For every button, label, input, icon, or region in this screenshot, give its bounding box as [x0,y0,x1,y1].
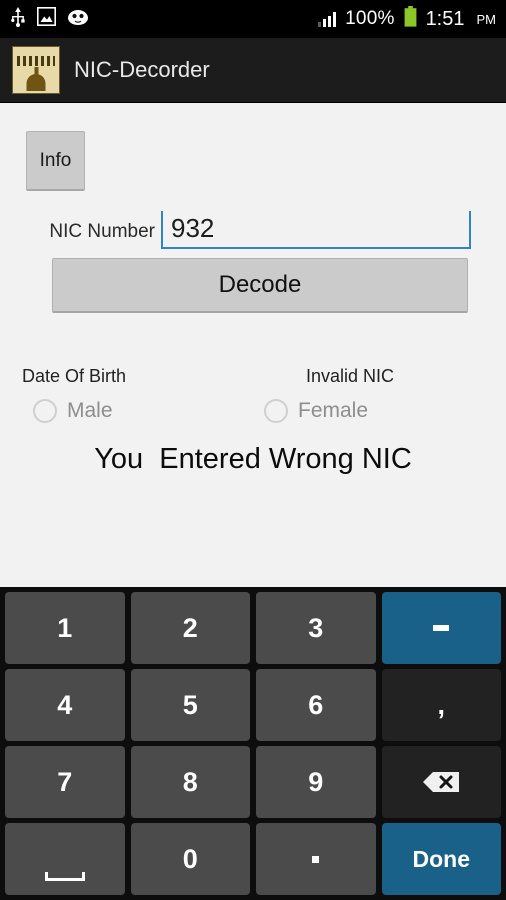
keyboard-row-1: 1 2 3 [2,592,504,664]
backspace-icon [421,769,461,795]
phone-screen: 100% 1:51 PM NIC-Decorder Info NIC Numbe… [0,0,506,900]
key-3[interactable]: 3 [256,592,376,664]
key-1[interactable]: 1 [5,592,125,664]
nic-status-label: Invalid NIC [306,366,395,386]
key-7[interactable]: 7 [5,746,125,818]
main-content: Info NIC Number Decode Date Of Birth Inv… [0,103,506,587]
status-bar-left-icons [10,6,89,32]
keyboard-row-4: 0 Done [2,823,504,895]
radio-female-circle-icon [264,399,288,423]
app-logo-stupa [26,74,46,91]
result-labels-row: Date Of Birth Invalid NIC [0,366,506,392]
period-icon [312,855,320,863]
battery-icon [404,6,417,32]
key-minus[interactable] [381,592,501,664]
battery-percent-text: 100% [345,8,395,29]
result-message: You Entered Wrong NIC [94,443,412,475]
android-head-icon [67,9,89,30]
key-4[interactable]: 4 [5,669,125,741]
radio-female[interactable]: Female [264,399,368,423]
image-icon [37,7,56,31]
key-backspace[interactable] [381,746,501,818]
radio-male-label: Male [67,399,113,422]
radio-male[interactable]: Male [33,399,113,423]
space-icon [44,872,85,881]
date-of-birth-label: Date Of Birth [22,366,127,386]
clock-text: 1:51 [425,7,465,30]
status-bar-right-icons: 100% 1:51 PM [317,6,497,32]
key-6[interactable]: 6 [256,669,376,741]
page-title: NIC-Decorder [74,57,210,82]
key-done[interactable]: Done [381,823,501,895]
status-bar: 100% 1:51 PM [0,0,506,38]
app-logo-icon [12,46,60,94]
key-2[interactable]: 2 [130,592,250,664]
radio-female-label: Female [298,399,369,422]
keyboard-row-2: 4 5 6 , [2,669,504,741]
decode-button[interactable]: Decode [52,258,468,313]
key-period[interactable] [256,823,376,895]
key-5[interactable]: 5 [130,669,250,741]
nic-number-label: NIC Number [49,221,155,242]
action-bar: NIC-Decorder [0,38,506,103]
signal-strength-icon [317,11,337,27]
nic-number-input[interactable] [161,211,471,249]
key-space[interactable] [5,823,125,895]
key-8[interactable]: 8 [130,746,250,818]
usb-icon [10,6,26,32]
app-logo-script [17,56,55,66]
numeric-keyboard: 1 2 3 4 5 6 , 7 8 9 0 Done [0,587,506,900]
key-0[interactable]: 0 [130,823,250,895]
key-comma[interactable]: , [381,669,501,741]
clock-ampm-text: PM [476,11,497,27]
keyboard-row-3: 7 8 9 [2,746,504,818]
minus-icon [433,625,450,631]
key-9[interactable]: 9 [256,746,376,818]
info-button[interactable]: Info [26,131,85,191]
nic-number-row: NIC Number [0,203,506,249]
gender-radio-group: Male Female [0,399,506,435]
radio-male-circle-icon [33,399,57,423]
